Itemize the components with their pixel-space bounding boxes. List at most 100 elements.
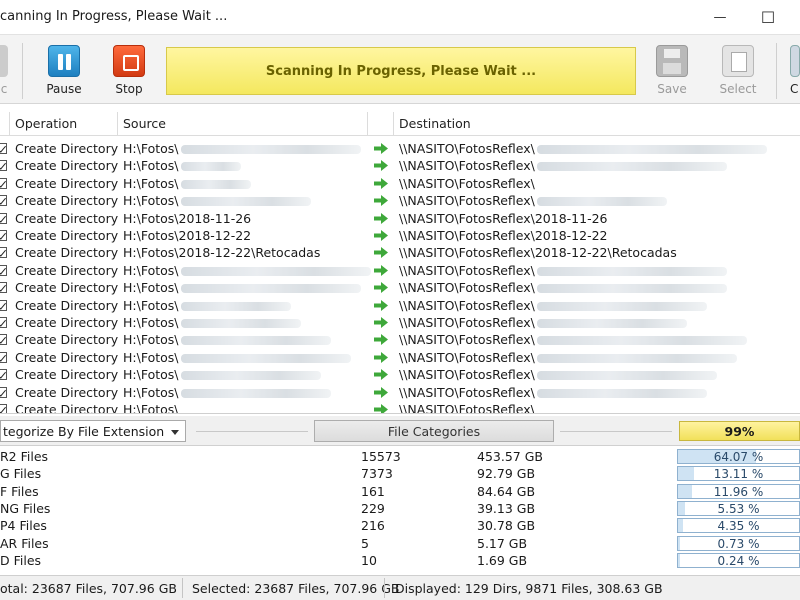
list-item[interactable]: D Files 10 1.69 GB 0.24 % — [0, 552, 800, 569]
operation-cell: Create Directory — [15, 210, 119, 226]
table-row[interactable]: Create Directory H:\Fotos\ \\NASITO\FotosR… — [0, 297, 800, 314]
category-percent: 64.07 % — [713, 450, 764, 464]
operation-cell: Create Directory — [15, 332, 119, 348]
checkbox-checked-icon[interactable] — [0, 369, 7, 381]
table-row[interactable]: Create Directory H:\Fotos\2018-12-22 \\NAS… — [0, 227, 800, 244]
column-source[interactable]: Source — [123, 116, 166, 131]
minimize-button[interactable]: — — [700, 3, 740, 31]
file-categories-button[interactable]: File Categories — [314, 420, 554, 442]
source-path: H:\Fotos\ — [123, 262, 179, 278]
table-row[interactable]: Create Directory H:\Fotos\2018-11-26 \\NAS… — [0, 210, 800, 227]
category-percent-bar: 11.96 % — [677, 483, 800, 499]
category-size: 92.79 GB — [477, 466, 536, 482]
table-row[interactable]: Create Directory H:\Fotos\ \\NASITO\FotosR… — [0, 331, 800, 348]
select-button[interactable]: Select — [716, 45, 760, 101]
table-row[interactable]: Create Directory H:\Fotos\ \\NASITO\FotosR… — [0, 262, 800, 279]
save-button[interactable]: Save — [650, 45, 694, 101]
partial-right-label: C — [790, 82, 799, 96]
table-row[interactable]: Create Directory H:\Fotos\ \\NASITO\FotosR… — [0, 157, 800, 174]
checkbox-checked-icon[interactable] — [0, 351, 7, 363]
checkbox-checked-icon[interactable] — [0, 177, 7, 189]
checkbox-checked-icon[interactable] — [0, 334, 7, 346]
save-label: Save — [657, 82, 687, 96]
category-percent: 0.24 % — [717, 553, 760, 568]
checkbox-checked-icon[interactable] — [0, 195, 7, 207]
checkbox-checked-icon[interactable] — [0, 317, 7, 328]
checkbox-checked-icon[interactable] — [0, 264, 7, 276]
redacted-text — [180, 301, 291, 311]
pause-button[interactable]: Pause — [42, 45, 86, 101]
list-item[interactable]: NG Files 229 39.13 GB 5.53 % — [0, 500, 800, 517]
destination-cell: \\NASITO\FotosReflex\ — [399, 332, 747, 347]
redacted-text — [180, 353, 351, 363]
column-operation[interactable]: Operation — [15, 116, 77, 131]
arrow-right-icon — [374, 230, 388, 241]
operation-cell: Create Directory — [15, 245, 119, 261]
checkbox-checked-icon[interactable] — [0, 230, 7, 241]
status-selected: Selected: 23687 Files, 707.96 GB — [192, 581, 400, 596]
redacted-text — [180, 388, 331, 398]
checkbox-checked-icon[interactable] — [0, 160, 7, 172]
redacted-text — [536, 301, 707, 311]
source-cell: H:\Fotos\ — [123, 176, 251, 191]
destination-path: \\NASITO\FotosReflex\ — [399, 175, 535, 191]
checkbox-checked-icon[interactable] — [0, 212, 7, 224]
redacted-text — [180, 319, 301, 328]
status-divider — [384, 578, 385, 598]
table-row[interactable]: Create Directory H:\Fotos\ \\NASITO\FotosR… — [0, 192, 800, 209]
arrow-right-icon — [374, 195, 388, 207]
checkbox-checked-icon[interactable] — [0, 299, 7, 311]
list-item[interactable]: P4 Files 216 30.78 GB 4.35 % — [0, 517, 800, 534]
categorize-value: tegorize By File Extension — [3, 424, 165, 439]
redacted-text — [536, 145, 767, 154]
checkbox-checked-icon[interactable] — [0, 282, 7, 294]
table-row[interactable]: Create Directory H:\Fotos\ \\NASITO\FotosR… — [0, 401, 800, 414]
partial-left-label: c — [0, 82, 8, 96]
partial-right-icon — [790, 45, 800, 77]
table-row[interactable]: Create Directory H:\Fotos\ \\NASITO\FotosR… — [0, 140, 800, 157]
checkbox-checked-icon[interactable] — [0, 247, 7, 259]
destination-cell: \\NASITO\FotosReflex\2018-12-22 — [399, 228, 608, 243]
destination-cell: \\NASITO\FotosReflex\ — [399, 193, 667, 208]
checkbox-checked-icon[interactable] — [0, 404, 7, 413]
source-path: H:\Fotos\ — [123, 349, 179, 365]
category-count: 15573 — [361, 449, 401, 464]
column-divider — [117, 112, 118, 136]
partial-left-button[interactable]: c — [0, 45, 14, 101]
list-item[interactable]: R2 Files 15573 453.57 GB 64.07 % — [0, 448, 800, 465]
scan-progress: 99% — [679, 421, 800, 441]
redacted-text — [536, 336, 747, 346]
category-name: G Files — [0, 466, 42, 482]
checkbox-checked-icon[interactable] — [0, 386, 7, 398]
category-percent-bar: 64.07 % — [677, 449, 800, 464]
partial-right-button[interactable]: C — [790, 45, 800, 101]
table-row[interactable]: Create Directory H:\Fotos\ \\NASITO\FotosR… — [0, 384, 800, 401]
operation-cell: Create Directory — [15, 402, 119, 414]
stop-button[interactable]: Stop — [107, 45, 151, 101]
arrow-right-icon — [374, 264, 388, 276]
table-row[interactable]: Create Directory H:\Fotos\ \\NASITO\FotosR… — [0, 314, 800, 331]
table-row[interactable]: Create Directory H:\Fotos\ \\NASITO\FotosR… — [0, 366, 800, 383]
list-item[interactable]: AR Files 5 5.17 GB 0.73 % — [0, 535, 800, 552]
column-destination[interactable]: Destination — [399, 116, 471, 131]
category-percent-bar: 5.53 % — [677, 500, 800, 516]
select-icon — [722, 45, 754, 77]
source-cell: H:\Fotos\ — [123, 332, 331, 347]
maximize-button[interactable]: ☐ — [748, 3, 788, 31]
checkbox-checked-icon[interactable] — [0, 143, 7, 154]
arrow-right-icon — [374, 334, 388, 346]
categorize-dropdown[interactable]: tegorize By File Extension — [0, 420, 186, 442]
table-row[interactable]: Create Directory H:\Fotos\2018-12-22\Reto… — [0, 244, 800, 261]
table-row[interactable]: Create Directory H:\Fotos\ \\NASITO\FotosR… — [0, 349, 800, 366]
table-row[interactable]: Create Directory H:\Fotos\ \\NASITO\FotosR… — [0, 279, 800, 296]
list-item[interactable]: G Files 7373 92.79 GB 13.11 % — [0, 465, 800, 482]
list-item[interactable]: F Files 161 84.64 GB 11.96 % — [0, 483, 800, 500]
table-row[interactable]: Create Directory H:\Fotos\ \\NASITO\FotosR… — [0, 175, 800, 192]
source-cell: H:\Fotos\ — [123, 280, 361, 295]
toolbar-separator — [776, 43, 777, 99]
source-cell: H:\Fotos\ — [123, 263, 371, 278]
destination-path: \\NASITO\FotosReflex\ — [399, 280, 535, 296]
arrow-right-icon — [374, 212, 388, 224]
category-size: 5.17 GB — [477, 535, 528, 551]
grid-header: Operation Source Destination — [0, 112, 800, 136]
